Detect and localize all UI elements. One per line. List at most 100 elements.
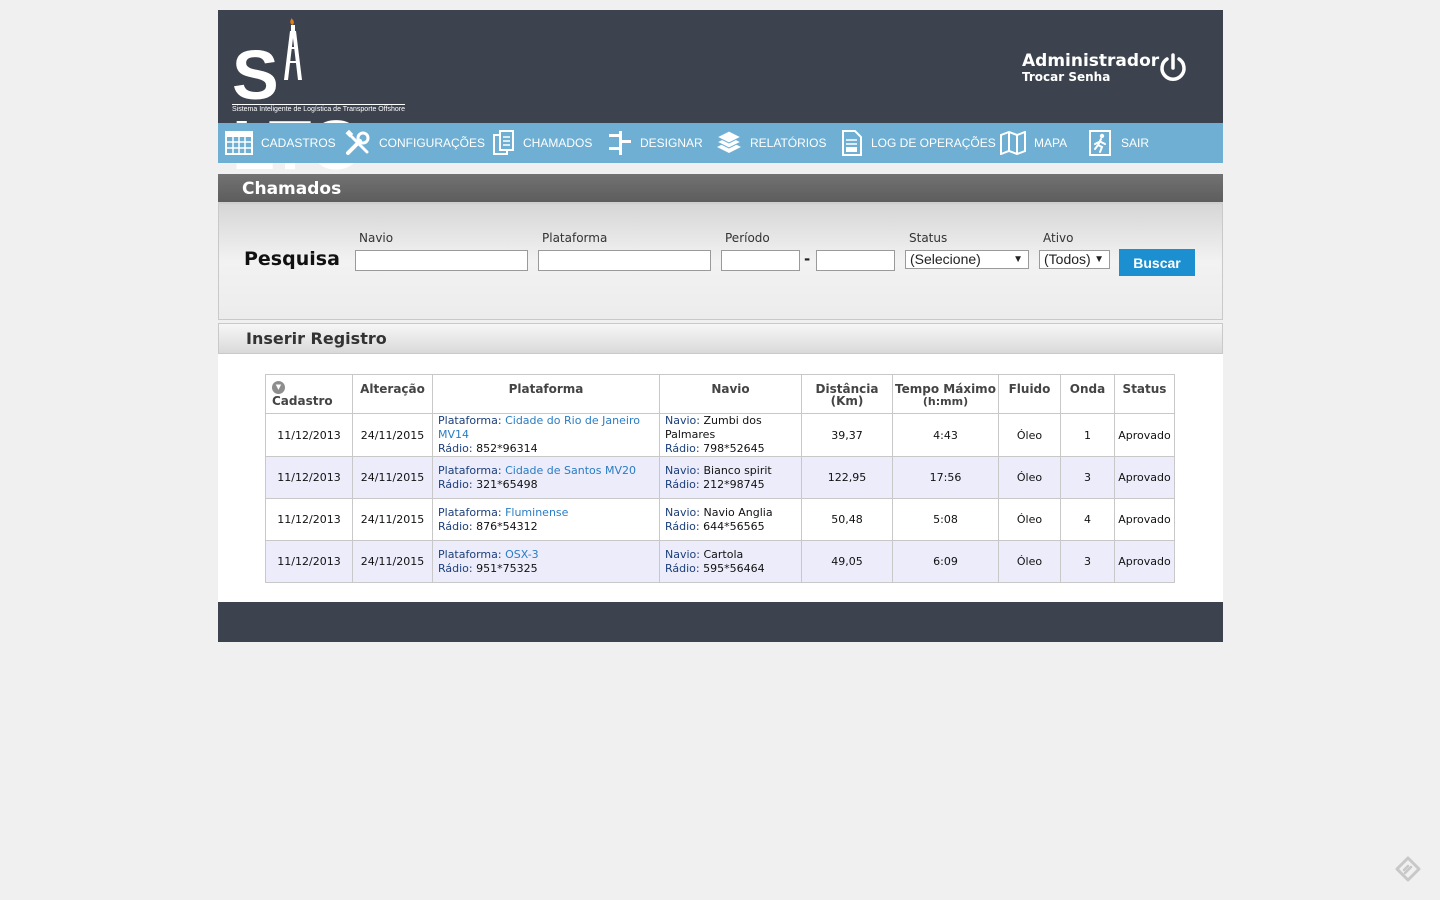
plataforma-input[interactable] <box>538 250 711 271</box>
nav-label: RELATÓRIOS <box>750 136 827 150</box>
user-box: Administrador Trocar Senha <box>1022 51 1159 84</box>
plataforma-field-label: Plataforma: <box>438 547 502 561</box>
dropdown-arrow-icon: ▼ <box>1094 254 1104 265</box>
col-tempo-unit: (h:mm) <box>922 395 969 408</box>
cell-tempo: 17:56 <box>892 456 999 499</box>
nav-item-configuracoes[interactable]: CONFIGURAÇÕES <box>345 123 485 163</box>
cell-plataforma: Plataforma: OSX-3 Rádio: 951*75325 <box>432 540 660 583</box>
cell-onda: 4 <box>1060 498 1115 541</box>
dropdown-arrow-icon: ▼ <box>1013 254 1023 265</box>
documents-icon <box>493 130 514 155</box>
search-panel: Pesquisa Navio Plataforma Período - Stat… <box>218 204 1223 320</box>
status-select[interactable]: (Selecione) ▼ <box>905 250 1029 269</box>
cell-status: Aprovado <box>1114 413 1175 457</box>
cell-status: Aprovado <box>1114 498 1175 541</box>
power-icon[interactable] <box>1157 52 1189 84</box>
cell-navio: Navio: Zumbi dos Palmares Rádio: 798*526… <box>659 413 802 457</box>
nav-item-sair[interactable]: SAIR <box>1089 123 1149 163</box>
nav-item-designar[interactable]: DESIGNAR <box>608 123 703 163</box>
cell-tempo: 5:08 <box>892 498 999 541</box>
logo-letter-s: S <box>232 36 279 114</box>
assign-icon <box>609 131 631 155</box>
main-nav: CADASTROS CONFIGURAÇÕES CHAMADOS DESIGNA… <box>218 123 1223 163</box>
navio-name: Navio Anglia <box>703 505 773 519</box>
periodo-start-input[interactable] <box>721 250 800 271</box>
search-button[interactable]: Buscar <box>1119 249 1195 276</box>
nav-item-log-operacoes[interactable]: LOG DE OPERAÇÕES <box>841 123 996 163</box>
cell-fluido: Óleo <box>998 540 1061 583</box>
col-alteracao[interactable]: Alteração <box>352 374 433 414</box>
status-select-value: (Selecione) <box>910 251 981 267</box>
radio-field-label: Rádio: <box>438 519 473 533</box>
plataforma-link[interactable]: OSX-3 <box>505 548 539 561</box>
sort-desc-icon[interactable]: ▼ <box>272 381 285 394</box>
cell-alteracao: 24/11/2015 <box>352 498 433 541</box>
nav-item-cadastros[interactable]: CADASTROS <box>225 123 336 163</box>
cell-cadastro: 11/12/2013 <box>265 498 353 541</box>
navio-label: Navio <box>359 231 394 245</box>
radio-field-label: Rádio: <box>665 442 700 455</box>
cell-distancia: 50,48 <box>801 498 893 541</box>
cell-fluido: Óleo <box>998 456 1061 499</box>
navio-radio: 595*56464 <box>703 561 765 575</box>
radio-field-label: Rádio: <box>665 477 700 491</box>
nav-label: LOG DE OPERAÇÕES <box>871 136 996 150</box>
col-fluido[interactable]: Fluido <box>998 374 1061 414</box>
cell-status: Aprovado <box>1114 456 1175 499</box>
radio-field-label: Rádio: <box>665 519 700 533</box>
table-row[interactable]: 11/12/2013 24/11/2015 Plataforma: OSX-3 … <box>265 540 1175 583</box>
navio-name: Cartola <box>703 547 744 561</box>
plataforma-link[interactable]: Fluminense <box>505 506 568 519</box>
cell-onda: 3 <box>1060 540 1115 583</box>
silto-logo[interactable]: SLTO Sistema Inteligente de Logística de… <box>232 18 432 180</box>
cell-alteracao: 24/11/2015 <box>352 413 433 457</box>
change-password-link[interactable]: Trocar Senha <box>1022 71 1159 84</box>
nav-label: CADASTROS <box>261 136 336 150</box>
plataforma-label: Plataforma <box>542 231 608 245</box>
col-status[interactable]: Status <box>1114 374 1175 414</box>
feedly-icon[interactable] <box>1395 856 1421 882</box>
cell-plataforma: Plataforma: Cidade de Santos MV20 Rádio:… <box>432 456 660 499</box>
cell-fluido: Óleo <box>998 498 1061 541</box>
table-icon <box>225 131 253 155</box>
navio-radio: 212*98745 <box>703 477 765 491</box>
navio-input[interactable] <box>355 250 528 271</box>
radio-field-label: Rádio: <box>438 561 473 575</box>
table-row[interactable]: 11/12/2013 24/11/2015 Plataforma: Cidade… <box>265 456 1175 499</box>
insert-record-button[interactable]: Inserir Registro <box>218 323 1223 354</box>
col-tempo-maximo[interactable]: Tempo Máximo (h:mm) <box>892 374 999 414</box>
plataforma-field-label: Plataforma: <box>438 463 502 477</box>
logo-tagline: Sistema Inteligente de Logística de Tran… <box>232 104 406 113</box>
col-distancia[interactable]: Distância (Km) <box>801 374 893 414</box>
nav-label: DESIGNAR <box>640 136 703 150</box>
table-row[interactable]: 11/12/2013 24/11/2015 Plataforma: Flumin… <box>265 498 1175 541</box>
periodo-end-input[interactable] <box>816 250 895 271</box>
ativo-select[interactable]: (Todos) ▼ <box>1039 250 1110 269</box>
cell-navio: Navio: Bianco spirit Rádio: 212*98745 <box>659 456 802 499</box>
header: SLTO Sistema Inteligente de Logística de… <box>218 10 1223 180</box>
table-row[interactable]: 11/12/2013 24/11/2015 Plataforma: Cidade… <box>265 413 1175 457</box>
col-onda[interactable]: Onda <box>1060 374 1115 414</box>
plataforma-radio: 852*96314 <box>476 442 538 455</box>
navio-field-label: Navio: <box>665 463 700 477</box>
col-tempo-label: Tempo Máximo <box>895 382 996 396</box>
cell-plataforma: Plataforma: Cidade do Rio de Janeiro MV1… <box>432 413 660 457</box>
cell-navio: Navio: Cartola Rádio: 595*56464 <box>659 540 802 583</box>
cell-tempo: 6:09 <box>892 540 999 583</box>
col-plataforma[interactable]: Plataforma <box>432 374 660 414</box>
plataforma-link[interactable]: Cidade de Santos MV20 <box>505 464 636 477</box>
col-cadastro[interactable]: ▼Cadastro <box>265 374 353 414</box>
content-area: ▼Cadastro Alteração Plataforma Navio Dis… <box>218 354 1223 602</box>
radio-field-label: Rádio: <box>665 561 700 575</box>
nav-label: CHAMADOS <box>523 136 593 150</box>
tools-icon <box>345 130 370 155</box>
plataforma-field-label: Plataforma: <box>438 505 502 519</box>
col-navio[interactable]: Navio <box>659 374 802 414</box>
app-frame: SLTO Sistema Inteligente de Logística de… <box>218 10 1223 642</box>
cell-cadastro: 11/12/2013 <box>265 413 353 457</box>
ativo-label: Ativo <box>1043 231 1074 245</box>
nav-item-chamados[interactable]: CHAMADOS <box>493 123 592 163</box>
nav-item-relatorios[interactable]: RELATÓRIOS <box>716 123 826 163</box>
cell-status: Aprovado <box>1114 540 1175 583</box>
nav-item-mapa[interactable]: MAPA <box>1000 123 1067 163</box>
